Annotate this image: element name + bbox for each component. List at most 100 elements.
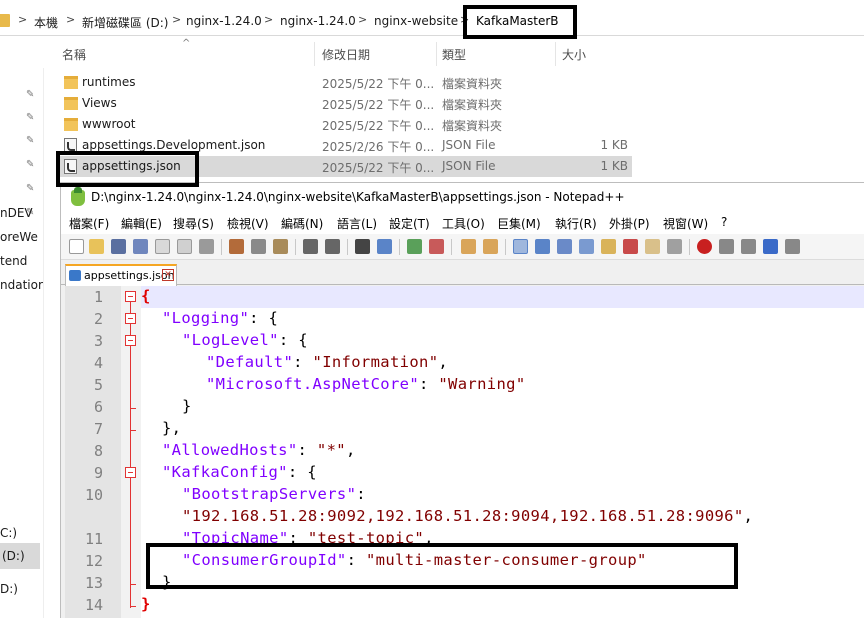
stop-macro-icon[interactable] [719,239,734,254]
new-file-icon[interactable] [69,239,84,254]
fold-collapse-icon[interactable] [125,467,136,478]
show-all-chars-icon[interactable] [535,239,550,254]
column-divider[interactable] [314,42,315,66]
toolbar-separator [451,239,452,255]
close-icon[interactable]: ✕ [162,269,174,281]
file-row-runtimes[interactable]: runtimes 2025/5/22 下午 0... 檔案資料夾 [56,72,632,93]
chevron-right-icon: > [66,13,76,26]
punct: : { [249,309,279,327]
menu-encoding[interactable]: 編碼(N) [281,215,323,232]
sync-horizontal-icon[interactable] [483,239,498,254]
menu-plugins[interactable]: 外掛(P) [609,215,650,232]
tab-appsettings-json[interactable]: appsettings.json ✕ [65,264,177,286]
file-type: 檔案資料夾 [442,98,503,112]
zoom-in-icon[interactable] [407,239,422,254]
sync-vertical-icon[interactable] [461,239,476,254]
nav-item-drive-c[interactable]: C:) [0,526,17,540]
fold-end-marker [130,430,136,431]
fold-collapse-icon[interactable] [125,291,136,302]
code-line-6: } [182,397,192,415]
save-icon[interactable] [111,239,126,254]
column-size[interactable]: 大小 [562,46,586,63]
pin-icon[interactable]: ✎ [26,113,36,123]
pin-icon[interactable]: ✎ [26,90,36,100]
document-map-icon[interactable] [601,239,616,254]
column-divider[interactable] [555,42,556,66]
toolbar-separator [347,239,348,255]
breadcrumb-drive-d[interactable]: 新增磁碟區 (D:) [82,14,168,31]
close-all-icon[interactable] [177,239,192,254]
punct: , [345,441,356,459]
menu-window[interactable]: 視窗(W) [663,215,708,232]
redo-icon[interactable] [325,239,340,254]
undo-icon[interactable] [303,239,318,254]
line-number: 5 [93,376,103,394]
pin-icon[interactable]: ✎ [26,136,36,146]
menu-language[interactable]: 語言(L) [337,215,377,232]
language-define-icon[interactable] [579,239,594,254]
nav-item[interactable]: nDEV [0,206,33,220]
menu-tools[interactable]: 工具(O) [442,215,485,232]
code-line-8: "AllowedHosts": "*", [162,441,356,459]
cut-icon[interactable] [229,239,244,254]
close-icon[interactable] [155,239,170,254]
line-number: 9 [93,464,103,482]
record-macro-icon[interactable] [697,239,712,254]
zoom-out-icon[interactable] [429,239,444,254]
run-macro-multiple-icon[interactable] [763,239,778,254]
json-key: "LogLevel" [182,331,279,349]
open-file-icon[interactable] [89,239,104,254]
file-name: wwwroot [82,117,136,131]
pin-icon[interactable]: ✎ [26,184,36,194]
json-key: "AllowedHosts" [162,441,298,459]
play-macro-icon[interactable] [741,239,756,254]
print-icon[interactable] [199,239,214,254]
function-list-icon[interactable] [623,239,638,254]
breadcrumb-nginx-website[interactable]: nginx-website [374,14,458,28]
line-number-gutter: 1 2 3 4 5 6 7 8 9 10 11 12 13 14 [65,286,121,618]
file-row-views[interactable]: Views 2025/5/22 下午 0... 檔案資料夾 [56,93,632,114]
nav-item-drive-d[interactable]: (D:) [2,549,25,563]
breadcrumb-this-pc[interactable]: 本機 [34,14,58,31]
menu-run[interactable]: 執行(R) [555,215,597,232]
breadcrumb-nginx-outer[interactable]: nginx-1.24.0 [186,14,262,28]
indent-guide-icon[interactable] [557,239,572,254]
column-date[interactable]: 修改日期 [322,46,370,63]
menu-file[interactable]: 檔案(F) [69,215,109,232]
fold-collapse-icon[interactable] [125,335,136,346]
menu-search[interactable]: 搜尋(S) [173,215,214,232]
monitoring-icon[interactable] [667,239,682,254]
pin-icon[interactable]: ✎ [26,160,36,170]
column-divider[interactable] [436,42,437,66]
menu-macro[interactable]: 巨集(M) [497,215,541,232]
punct: , [743,507,754,525]
folder-as-workspace-icon[interactable] [645,239,660,254]
nav-item-drive[interactable]: D:) [0,582,18,596]
window-title: D:\nginx-1.24.0\nginx-1.24.0\nginx-websi… [91,190,625,204]
fold-collapse-icon[interactable] [125,313,136,324]
column-type[interactable]: 類型 [442,46,466,63]
nav-item[interactable]: ndatior [0,278,43,292]
json-string: "Warning" [438,375,526,393]
menu-view[interactable]: 檢視(V) [227,215,269,232]
copy-icon[interactable] [251,239,266,254]
file-date: 2025/5/22 下午 0... [322,119,435,133]
paste-icon[interactable] [273,239,288,254]
nav-item[interactable]: tend [0,254,27,268]
save-macro-icon[interactable] [785,239,800,254]
address-bar[interactable]: > 本機 > 新增磁碟區 (D:) > nginx-1.24.0 > nginx… [0,8,864,36]
find-icon[interactable] [355,239,370,254]
file-row-wwwroot[interactable]: wwwroot 2025/5/22 下午 0... 檔案資料夾 [56,114,632,135]
line-number: 4 [93,354,103,372]
menu-edit[interactable]: 編輯(E) [121,215,162,232]
line-number: 6 [93,398,103,416]
save-all-icon[interactable] [133,239,148,254]
title-bar[interactable]: D:\nginx-1.24.0\nginx-1.24.0\nginx-websi… [61,183,864,212]
menu-help[interactable]: ? [721,215,727,229]
replace-icon[interactable] [377,239,392,254]
column-name[interactable]: 名稱 [62,46,86,63]
nav-item[interactable]: oreWe [0,230,38,244]
word-wrap-icon[interactable] [513,239,528,254]
menu-settings[interactable]: 設定(T) [389,215,430,232]
breadcrumb-nginx-inner[interactable]: nginx-1.24.0 [280,14,356,28]
